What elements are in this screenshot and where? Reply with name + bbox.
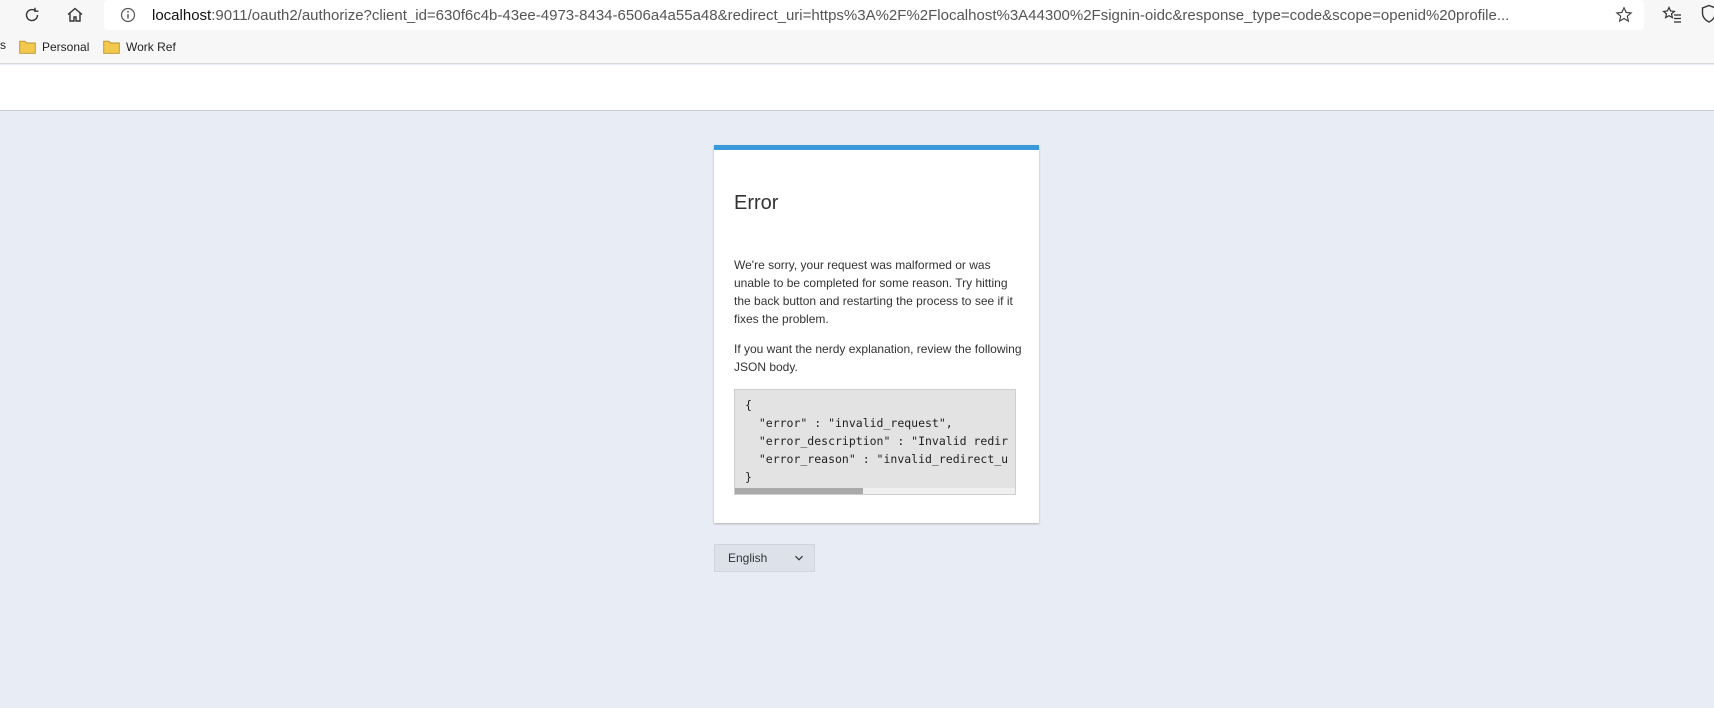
bookmark-personal[interactable]: Personal — [19, 38, 89, 56]
bookmark-truncated[interactable]: s — [0, 38, 6, 52]
address-bar[interactable]: localhost:9011/oauth2/authorize?client_i… — [104, 0, 1644, 30]
error-card: Error We're sorry, your request was malf… — [714, 145, 1039, 523]
reload-button[interactable] — [18, 3, 46, 27]
browser-toolbar: localhost:9011/oauth2/authorize?client_i… — [0, 0, 1714, 30]
bookmark-label: Personal — [42, 40, 90, 54]
home-icon — [67, 7, 83, 22]
favorites-icon — [1662, 6, 1681, 23]
url-path: :9011/oauth2/authorize?client_id=630f6c4… — [211, 6, 1510, 24]
bookmark-work-ref[interactable]: Work Ref — [103, 38, 176, 56]
language-select[interactable]: English — [714, 544, 815, 572]
chevron-down-icon — [795, 555, 803, 561]
star-icon[interactable] — [1614, 5, 1634, 25]
extension-button[interactable] — [1700, 4, 1714, 26]
folder-icon — [19, 40, 36, 54]
error-message: We're sorry, your request was malformed … — [734, 258, 1013, 326]
language-selected: English — [728, 551, 768, 565]
bookmark-label: Work Ref — [126, 40, 176, 54]
json-line: "error_reason" : "invalid_redirect_u — [745, 452, 1009, 466]
error-title: Error — [734, 192, 779, 214]
page-header — [0, 65, 1714, 111]
json-text: { "error" : "invalid_request", "error_de… — [745, 396, 1008, 486]
url-text[interactable]: localhost:9011/oauth2/authorize?client_i… — [152, 7, 1592, 24]
reload-icon — [25, 7, 39, 22]
shield-icon — [1701, 4, 1714, 23]
bookmarks-bar: s Personal Work Ref — [0, 30, 1714, 64]
url-host: localhost — [152, 6, 212, 24]
folder-icon — [103, 40, 120, 54]
json-line: { — [745, 398, 752, 412]
json-line: } — [745, 470, 752, 484]
info-icon[interactable] — [118, 5, 138, 25]
home-button[interactable] — [61, 3, 89, 27]
json-line: "error" : "invalid_request", — [745, 416, 953, 430]
json-line: "error_description" : "Invalid redir — [745, 434, 1009, 448]
nerdy-explanation: If you want the nerdy explanation, revie… — [734, 342, 1022, 374]
horizontal-scrollbar[interactable] — [735, 488, 1015, 494]
json-body[interactable]: { "error" : "invalid_request", "error_de… — [734, 389, 1016, 495]
scrollbar-thumb[interactable] — [735, 488, 863, 494]
favorites-button[interactable] — [1660, 4, 1684, 26]
